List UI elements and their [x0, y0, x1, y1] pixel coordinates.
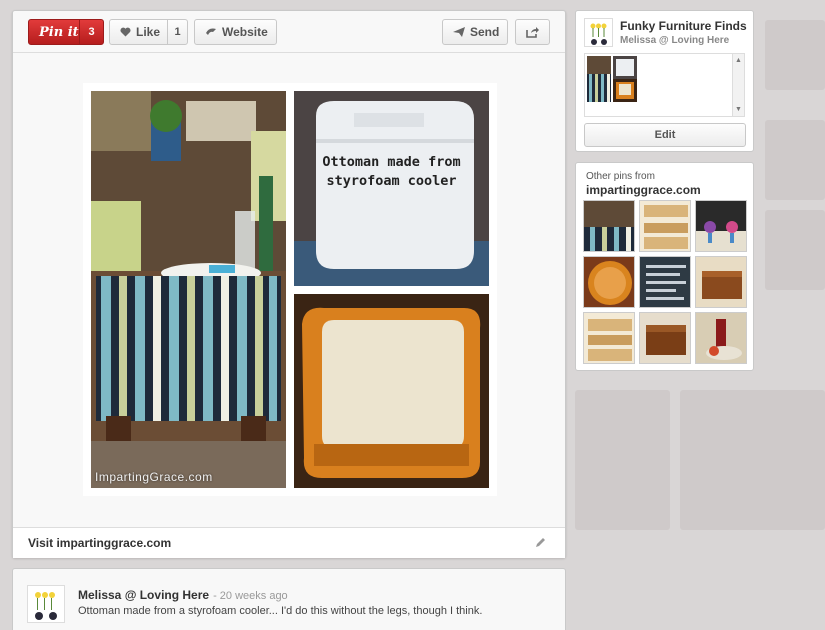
other-pin-thumbnail[interactable]	[639, 256, 691, 308]
board-title[interactable]: Funky Furniture Finds	[620, 19, 747, 33]
pin-detail-panel: Pin it 3 Like 1 Website Send ImpartingGr…	[12, 10, 566, 558]
heart-icon	[120, 27, 131, 37]
pin-it-label: Pin it	[39, 24, 79, 40]
other-pins-panel: Other pins from impartinggrace.com	[575, 162, 754, 371]
caption-line-2: styrofoam cooler	[326, 173, 457, 189]
pencil-icon[interactable]	[534, 536, 547, 552]
website-button[interactable]: Website	[194, 19, 277, 45]
other-pins-site[interactable]: impartinggrace.com	[586, 183, 701, 197]
background-pin	[575, 390, 670, 530]
send-icon	[453, 27, 465, 37]
send-button[interactable]: Send	[442, 19, 508, 45]
website-icon	[205, 27, 217, 37]
like-label: Like	[136, 25, 161, 39]
other-pins-label: Other pins from	[586, 171, 655, 182]
board-scrollbar[interactable]: ▲ ▼	[732, 54, 744, 116]
other-pin-thumbnail[interactable]	[583, 200, 635, 252]
board-panel: Funky Furniture Finds Melissa @ Loving H…	[575, 10, 754, 152]
avatar[interactable]	[27, 585, 65, 623]
send-label: Send	[470, 25, 500, 39]
other-pin-thumbnail[interactable]	[695, 256, 747, 308]
foam-photo	[294, 294, 489, 488]
image-caption: Ottoman made from styrofoam cooler	[294, 153, 489, 191]
background-pin	[765, 120, 825, 200]
other-pin-thumbnail[interactable]	[583, 312, 635, 364]
board-avatar[interactable]	[584, 18, 613, 47]
cooler-photo: Ottoman made from styrofoam cooler	[294, 91, 489, 286]
comment-author: Melissa @ Loving Here - 20 weeks ago	[78, 588, 288, 602]
edit-board-button[interactable]: Edit	[584, 123, 746, 147]
like-button[interactable]: Like 1	[109, 19, 188, 45]
share-button[interactable]	[515, 19, 550, 45]
pin-image-frame[interactable]: ImpartingGrace.com Ottoman made from sty…	[83, 83, 497, 496]
background-pin	[765, 20, 825, 90]
pin-count: 3	[79, 20, 103, 44]
other-pin-thumbnail[interactable]	[639, 312, 691, 364]
visit-site-link[interactable]: Visit impartinggrace.com	[13, 527, 565, 558]
comment-time: - 20 weeks ago	[213, 590, 288, 602]
other-pin-thumbnail[interactable]	[639, 200, 691, 252]
board-thumbnail[interactable]	[587, 56, 611, 102]
comment-panel: Melissa @ Loving Here - 20 weeks ago Otto…	[12, 568, 566, 630]
scroll-down-icon[interactable]: ▼	[735, 106, 742, 113]
comment-text: Ottoman made from a styrofoam cooler... …	[78, 605, 483, 617]
board-thumbnails: ▲ ▼	[584, 53, 745, 117]
pin-it-button[interactable]: Pin it 3	[28, 19, 104, 45]
background-pin	[680, 390, 825, 530]
pin-image[interactable]: ImpartingGrace.com Ottoman made from sty…	[91, 91, 489, 488]
background-pin	[765, 210, 825, 290]
other-pin-thumbnail[interactable]	[695, 312, 747, 364]
website-label: Website	[222, 25, 268, 39]
like-count: 1	[167, 20, 187, 44]
other-pin-thumbnail[interactable]	[583, 256, 635, 308]
board-owner[interactable]: Melissa @ Loving Here	[620, 35, 729, 46]
board-thumbnail[interactable]	[613, 56, 637, 102]
share-icon	[526, 26, 539, 38]
pin-toolbar: Pin it 3 Like 1 Website Send	[13, 11, 565, 53]
caption-line-1: Ottoman made from	[322, 154, 461, 170]
comment-author-name[interactable]: Melissa @ Loving Here	[78, 588, 209, 602]
ottoman-photo: ImpartingGrace.com	[91, 91, 286, 488]
other-pin-thumbnail[interactable]	[695, 200, 747, 252]
visit-site-label: Visit impartinggrace.com	[28, 536, 172, 550]
scroll-up-icon[interactable]: ▲	[735, 57, 742, 64]
image-watermark: ImpartingGrace.com	[95, 470, 213, 484]
